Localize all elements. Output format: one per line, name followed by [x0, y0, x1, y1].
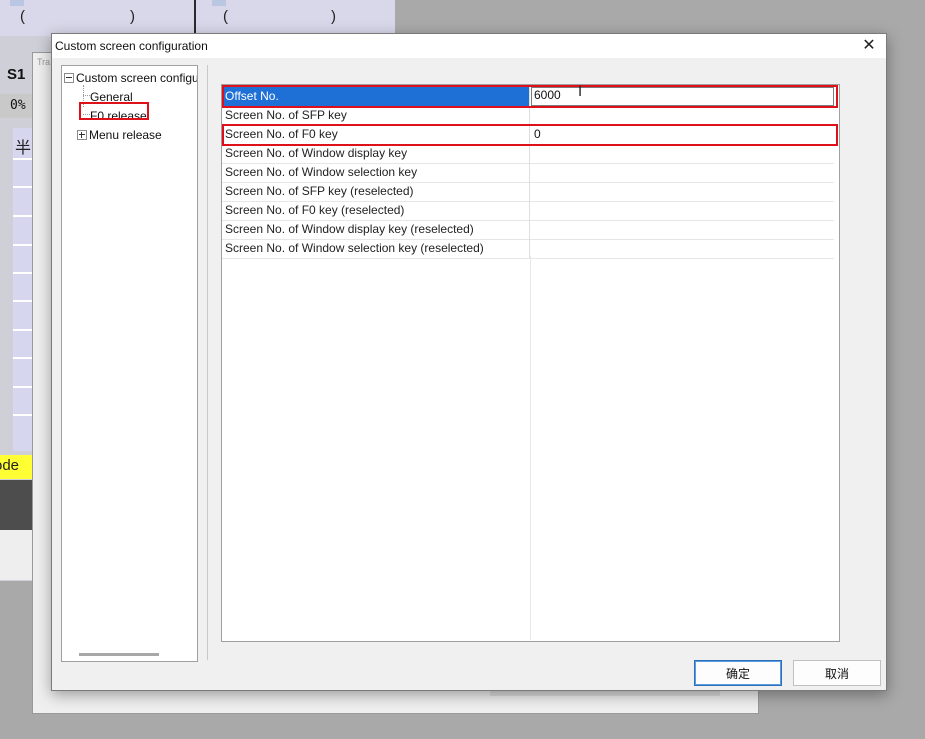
top-tick-marker — [10, 0, 24, 6]
property-row-f0-key-reselected[interactable]: Screen No. of F0 key (reselected) — [222, 201, 834, 221]
property-value[interactable] — [531, 106, 834, 125]
dialog-title: Custom screen configuration — [55, 39, 208, 53]
cancel-button[interactable]: 取消 — [793, 660, 881, 686]
property-row-sfp-key-reselected[interactable]: Screen No. of SFP key (reselected) — [222, 182, 834, 202]
paren-right: ) — [331, 8, 336, 25]
kanji-label: 半 — [15, 140, 32, 157]
expand-icon[interactable] — [77, 129, 87, 140]
top-separator — [194, 0, 196, 36]
dialog-titlebar[interactable]: Custom screen configuration ✕ — [52, 34, 886, 58]
top-tick-marker — [212, 0, 226, 6]
mode-text: ode — [0, 457, 20, 474]
tree-root[interactable]: Custom screen configu — [64, 71, 198, 85]
paren-left: ( — [20, 8, 25, 25]
property-row-window-selection-key[interactable]: Screen No. of Window selection key — [222, 163, 834, 183]
highlight-box-offset-no — [222, 85, 838, 108]
custom-screen-config-dialog: Custom screen configuration ✕ Custom scr… — [51, 33, 887, 691]
highlight-box-f0-release — [79, 102, 149, 120]
property-name: Screen No. of SFP key (reselected) — [222, 182, 530, 201]
property-row-window-display-key-reselected[interactable]: Screen No. of Window display key (resele… — [222, 220, 834, 240]
property-value[interactable] — [531, 182, 834, 201]
background-window-label: Tra — [37, 57, 51, 67]
pane-splitter[interactable] — [207, 65, 208, 660]
tree-root-label: Custom screen configu — [76, 71, 198, 85]
config-tree[interactable]: Custom screen configu General F0 release… — [61, 65, 198, 662]
property-value[interactable] — [531, 163, 834, 182]
property-name: Screen No. of SFP key — [222, 106, 530, 125]
property-name: Screen No. of F0 key (reselected) — [222, 201, 530, 220]
paren-left: ( — [223, 8, 228, 25]
background-top-bar: ( ) ( ) — [0, 0, 395, 36]
collapse-icon[interactable] — [64, 72, 74, 83]
property-row-sfp-key[interactable]: Screen No. of SFP key — [222, 106, 834, 126]
tree-item-menu-release[interactable]: Menu release — [77, 128, 162, 142]
column-divider — [530, 256, 531, 640]
property-name: Screen No. of Window selection key (rese… — [222, 239, 530, 258]
tree-horizontal-scrollbar[interactable] — [79, 653, 159, 656]
highlight-box-f0-key — [222, 124, 838, 146]
property-value[interactable] — [531, 144, 834, 163]
property-grid: Offset No. 6000 Screen No. of SFP key Sc… — [221, 84, 840, 642]
property-name: Screen No. of Window display key — [222, 144, 530, 163]
property-value[interactable] — [531, 239, 834, 258]
tree-connector — [83, 95, 90, 96]
percent-value: 0% — [10, 98, 26, 113]
property-row-window-selection-key-reselected[interactable]: Screen No. of Window selection key (rese… — [222, 239, 834, 259]
property-name: Screen No. of Window display key (resele… — [222, 220, 530, 239]
property-row-window-display-key[interactable]: Screen No. of Window display key — [222, 144, 834, 164]
property-value[interactable] — [531, 201, 834, 220]
property-value[interactable] — [531, 220, 834, 239]
property-name: Screen No. of Window selection key — [222, 163, 530, 182]
ok-button[interactable]: 确定 — [694, 660, 782, 686]
text-cursor-icon: I — [578, 84, 583, 100]
close-icon[interactable]: ✕ — [860, 36, 878, 56]
tree-item-label: Menu release — [89, 128, 162, 142]
spindle-label: S1 — [7, 66, 26, 83]
paren-right: ) — [130, 8, 135, 25]
